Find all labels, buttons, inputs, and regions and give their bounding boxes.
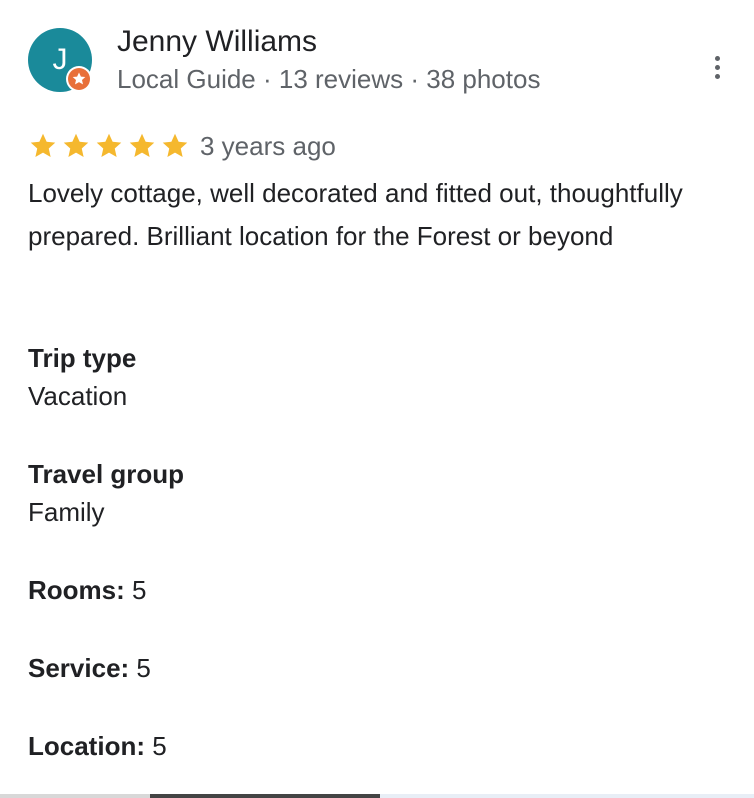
local-guide-badge (66, 66, 92, 92)
service-label: Service: (28, 653, 130, 683)
review-card: J Jenny Williams Local Guide · 13 review… (0, 0, 754, 798)
service-rating: Service: 5 (28, 650, 151, 686)
review-date: 3 years ago (200, 131, 336, 161)
trip-type-value: Vacation (28, 381, 128, 411)
more-options-button[interactable] (700, 46, 736, 82)
review-text: Lovely cottage, well decorated and fitte… (28, 178, 683, 251)
service-value: 5 (136, 653, 151, 683)
rooms-label: Rooms: (28, 575, 125, 605)
travel-group-value: Family (28, 497, 105, 527)
author-meta: Local Guide · 13 reviews · 38 photos (117, 64, 541, 94)
star-icon (63, 133, 89, 157)
star-rating (28, 131, 190, 161)
star-icon (162, 133, 188, 157)
trip-type-label: Trip type (28, 343, 137, 373)
author-name[interactable]: Jenny Williams (117, 24, 317, 60)
location-label: Location: (28, 731, 145, 761)
location-rating: Location: 5 (28, 728, 167, 764)
star-icon (30, 133, 56, 157)
bottom-divider (0, 794, 754, 798)
avatar-initial: J (52, 43, 68, 76)
rooms-rating: Rooms: 5 (28, 572, 146, 608)
star-icon (96, 133, 122, 157)
location-value: 5 (152, 731, 167, 761)
travel-group-label: Travel group (28, 459, 185, 489)
star-icon (129, 133, 155, 157)
local-guide-star-icon (68, 68, 90, 90)
more-vert-icon (715, 56, 720, 61)
rooms-value: 5 (132, 575, 147, 605)
